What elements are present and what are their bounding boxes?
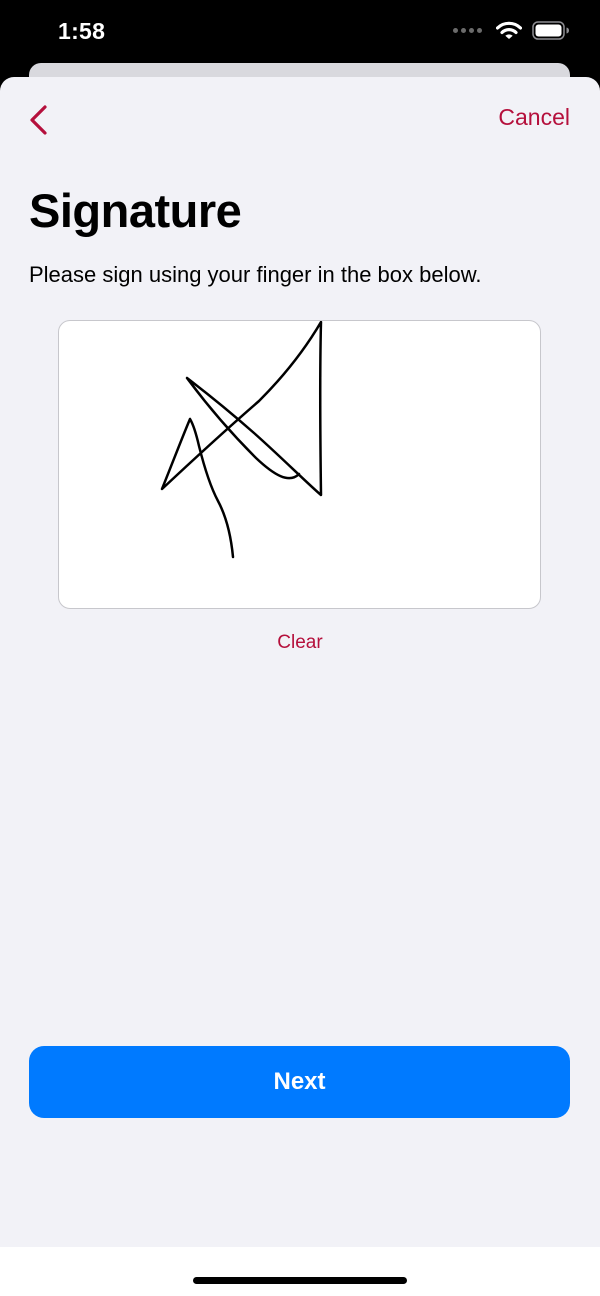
battery-icon <box>532 21 569 40</box>
status-time: 1:58 <box>58 18 106 44</box>
signature-drawing <box>160 321 323 559</box>
home-indicator[interactable] <box>193 1277 407 1284</box>
signal-dots-icon <box>453 28 482 33</box>
next-button[interactable]: Next <box>29 1046 570 1118</box>
status-icons <box>453 21 570 40</box>
cancel-button[interactable]: Cancel <box>498 104 570 131</box>
home-indicator-area <box>0 1247 600 1296</box>
back-button[interactable] <box>28 104 52 136</box>
page-title: Signature <box>29 184 242 237</box>
signature-pad[interactable] <box>58 320 541 609</box>
status-bar: 1:58 <box>0 0 600 64</box>
wifi-icon <box>496 21 522 39</box>
chevron-left-icon <box>30 105 47 135</box>
clear-button[interactable]: Clear <box>0 632 600 654</box>
instructions-text: Please sign using your finger in the box… <box>29 262 482 287</box>
